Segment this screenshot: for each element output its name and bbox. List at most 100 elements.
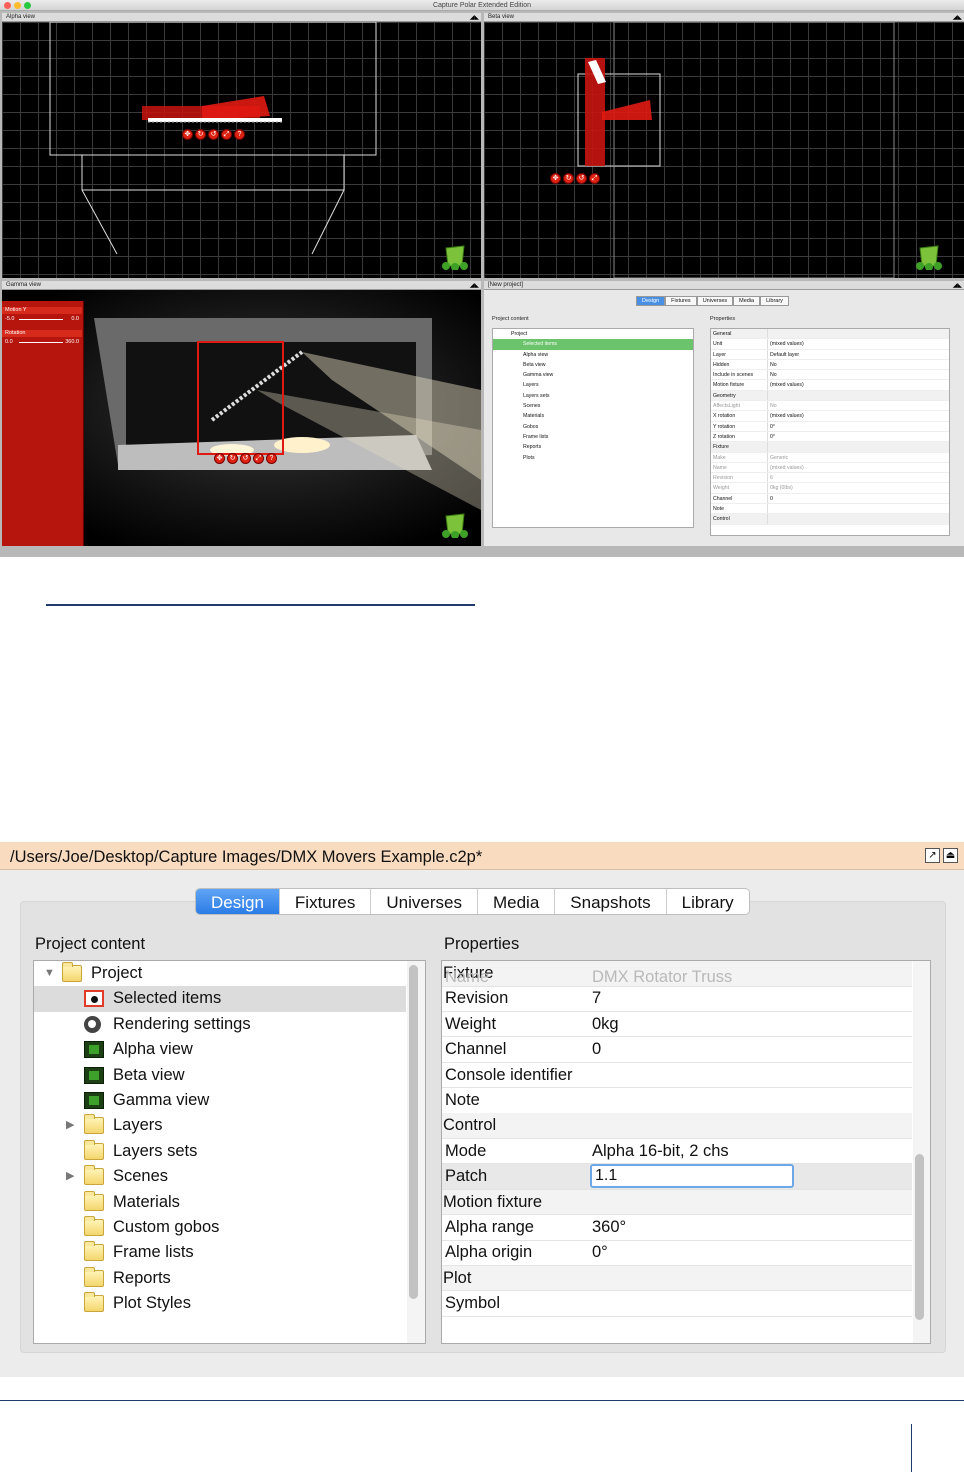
gamma-view-pane[interactable]: Gamma view ◢◣ Motion Y -5.0 0.0 Rotation … bbox=[2, 281, 481, 546]
tree-item[interactable]: Frame lists bbox=[34, 1240, 406, 1266]
tree-item[interactable]: Alpha view bbox=[34, 1037, 406, 1063]
mini-property-row[interactable]: Note bbox=[711, 504, 949, 515]
tree-item[interactable]: Rendering settings bbox=[34, 1012, 406, 1038]
mini-tab-fixtures[interactable]: Fixtures bbox=[665, 296, 697, 306]
zoom-window-button[interactable] bbox=[24, 2, 31, 9]
mini-tree-item[interactable]: Frame lists bbox=[493, 432, 693, 442]
trash-icon[interactable] bbox=[442, 510, 468, 538]
tree-item[interactable]: ▼ Project bbox=[34, 961, 406, 987]
property-row[interactable]: Alpha range 360° bbox=[442, 1215, 912, 1241]
expanded-arrow-icon[interactable]: ▼ bbox=[44, 961, 56, 987]
mini-property-row[interactable]: Unit (mixed values) bbox=[711, 339, 949, 350]
collapsed-arrow-icon[interactable]: ▶ bbox=[66, 1164, 78, 1190]
mini-tree-item[interactable]: Beta view bbox=[493, 360, 693, 370]
gamma-handle-icons[interactable]: ✥ ↻ ↺ ⤢? bbox=[214, 453, 277, 464]
mini-property-row[interactable]: Control bbox=[711, 514, 949, 525]
tree-item[interactable]: Selected items bbox=[34, 986, 406, 1012]
tree-item[interactable]: Custom gobos bbox=[34, 1215, 406, 1241]
mini-tree-item[interactable]: Layers sets bbox=[493, 391, 693, 401]
mini-tree-item[interactable]: Alpha view bbox=[493, 350, 693, 360]
mini-property-row[interactable]: Revision 6 bbox=[711, 473, 949, 484]
mini-project-tree[interactable]: Project Selected items Alpha view Beta view… bbox=[492, 328, 694, 528]
project-content-label: Project content bbox=[35, 935, 146, 953]
alpha-view-title: Alpha view bbox=[6, 14, 36, 20]
mini-tree-item[interactable]: Reports bbox=[493, 442, 693, 452]
property-row[interactable]: Console identifier bbox=[442, 1063, 912, 1089]
mini-property-row[interactable]: Hidden No bbox=[711, 359, 949, 371]
mini-property-row[interactable]: Fixture bbox=[711, 442, 949, 453]
mini-tree-item[interactable]: Layers bbox=[493, 380, 693, 390]
mini-property-row[interactable]: Include in scenes No bbox=[711, 370, 949, 381]
property-row[interactable]: Symbol bbox=[442, 1291, 912, 1317]
tab-library[interactable]: Library bbox=[666, 889, 749, 914]
tree-scrollbar[interactable] bbox=[407, 961, 425, 1343]
mini-property-row[interactable]: Z rotation 0° bbox=[711, 431, 949, 443]
rotation-slider[interactable]: 0.0 360.0 bbox=[5, 339, 79, 345]
tab-media[interactable]: Media bbox=[477, 889, 556, 914]
mini-tree-item[interactable]: Gamma view bbox=[493, 370, 693, 380]
mini-tab-media[interactable]: Media bbox=[733, 296, 761, 306]
mini-property-row[interactable]: AffectsLight No bbox=[711, 401, 949, 412]
mini-tree-item[interactable]: Gobos bbox=[493, 422, 693, 432]
tree-item-label: Scenes bbox=[113, 1167, 169, 1186]
tree-item[interactable]: Materials bbox=[34, 1190, 406, 1216]
project-tree[interactable]: ▼ Project Selected items Rendering settings… bbox=[33, 960, 426, 1344]
mini-tree-item[interactable]: Materials bbox=[493, 411, 693, 421]
tab-design[interactable]: Design bbox=[196, 889, 280, 914]
tab-universes[interactable]: Universes bbox=[371, 889, 478, 914]
tree-scroll-thumb[interactable] bbox=[409, 965, 418, 1299]
alpha-handle-icons[interactable]: ✥ ↻ ↺ ⤢? bbox=[182, 129, 245, 140]
tree-item[interactable]: ▶ Scenes bbox=[34, 1164, 406, 1190]
pin-icon[interactable]: ◢◣ bbox=[953, 282, 962, 291]
property-row[interactable]: Alpha origin 0° bbox=[442, 1240, 912, 1266]
collapsed-arrow-icon[interactable]: ▶ bbox=[66, 1113, 78, 1139]
tree-item[interactable]: Reports bbox=[34, 1266, 406, 1292]
mini-tab-design[interactable]: Design bbox=[636, 296, 666, 306]
trash-icon[interactable] bbox=[916, 242, 942, 270]
mini-tab-library[interactable]: Library bbox=[760, 296, 789, 306]
mini-tree-item[interactable]: Plots bbox=[493, 453, 693, 463]
mini-tree-item[interactable]: Scenes bbox=[493, 401, 693, 411]
patch-input[interactable] bbox=[590, 1164, 794, 1189]
mini-tree-item[interactable]: Selected items bbox=[493, 339, 693, 350]
tree-item[interactable]: Beta view bbox=[34, 1063, 406, 1089]
property-row[interactable]: Patch bbox=[442, 1164, 912, 1190]
property-row[interactable]: Weight 0kg bbox=[442, 1012, 912, 1038]
mini-property-row[interactable]: X rotation (mixed values) bbox=[711, 411, 949, 422]
property-row[interactable]: Mode Alpha 16-bit, 2 chs bbox=[442, 1139, 912, 1165]
properties-table[interactable]: Fixture Name DMX Rotator Truss Revision 7 Wei… bbox=[441, 960, 931, 1344]
mini-property-row[interactable]: Geometry bbox=[711, 390, 949, 402]
tab-snapshots[interactable]: Snapshots bbox=[555, 889, 667, 914]
mini-tree-item[interactable]: Project bbox=[493, 329, 693, 339]
alpha-view-pane[interactable]: Alpha view ◢◣ ✥ ↻ ↺ ⤢? bbox=[2, 13, 481, 278]
mini-property-row[interactable]: Layer Default layer bbox=[711, 349, 949, 360]
tree-item[interactable]: Gamma view bbox=[34, 1088, 406, 1114]
pin-icon[interactable]: ↗ bbox=[925, 848, 940, 863]
mini-property-row[interactable]: Motion fixture (mixed values) bbox=[711, 380, 949, 391]
mini-property-row[interactable]: Weight 0kg (0lbs) bbox=[711, 483, 949, 494]
mini-property-row[interactable]: General bbox=[711, 329, 949, 340]
tree-item[interactable]: Layers sets bbox=[34, 1139, 406, 1165]
properties-scrollbar[interactable] bbox=[913, 961, 930, 1343]
properties-scroll-thumb[interactable] bbox=[915, 1154, 924, 1320]
spin-icon: ↺ bbox=[208, 129, 219, 140]
mini-property-row[interactable]: Make Generic bbox=[711, 452, 949, 463]
property-row[interactable]: Revision 7 bbox=[442, 986, 912, 1012]
tree-item[interactable]: Plot Styles bbox=[34, 1291, 406, 1317]
beta-view-pane[interactable]: Beta view ◢◣ ✥ ↻ ↺ ⤢ bbox=[484, 13, 964, 278]
tree-item[interactable]: ▶ Layers bbox=[34, 1113, 406, 1139]
tab-fixtures[interactable]: Fixtures bbox=[279, 889, 372, 914]
minimize-window-button[interactable] bbox=[14, 2, 21, 9]
property-row[interactable]: Note bbox=[442, 1088, 912, 1114]
eject-icon[interactable]: ⏏ bbox=[943, 848, 958, 863]
mini-properties-table[interactable]: General Unit (mixed values) Layer Default la… bbox=[710, 328, 950, 536]
mini-tab-universes[interactable]: Universes bbox=[696, 296, 734, 306]
property-row[interactable]: Channel 0 bbox=[442, 1037, 912, 1063]
trash-icon[interactable] bbox=[442, 242, 468, 270]
mini-property-row[interactable]: Name (mixed values) bbox=[711, 462, 949, 474]
mini-property-row[interactable]: Y rotation 0° bbox=[711, 421, 949, 432]
close-window-button[interactable] bbox=[4, 2, 11, 9]
mini-property-row[interactable]: Channel 0 bbox=[711, 493, 949, 505]
beta-handle-icons[interactable]: ✥ ↻ ↺ ⤢ bbox=[550, 173, 600, 184]
motion-y-slider[interactable]: -5.0 0.0 bbox=[5, 316, 79, 322]
